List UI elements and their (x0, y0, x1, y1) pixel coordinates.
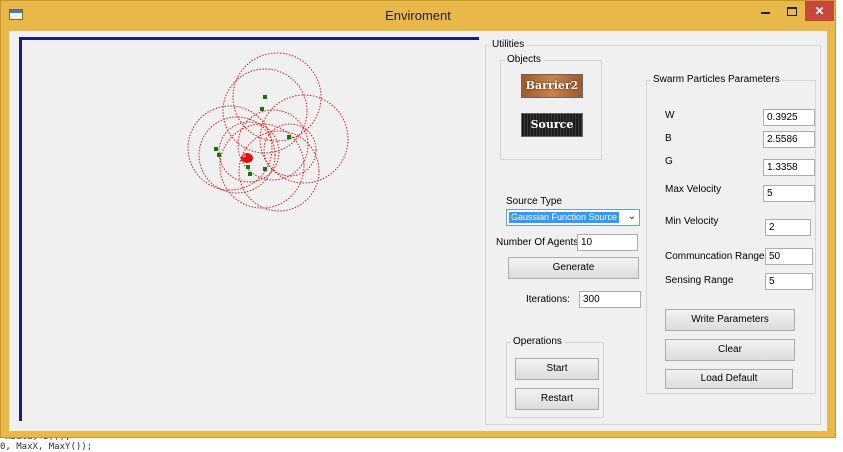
min-velocity-label: Min Velocity (665, 216, 719, 227)
load-default-button[interactable]: Load Default (665, 369, 793, 389)
agent-marker (260, 107, 264, 111)
swarm-drawing (187, 52, 349, 212)
g-input[interactable]: 1.3358 (763, 159, 815, 176)
sensing-range-circle (198, 116, 276, 194)
source-type-value: Gaussian Function Source (509, 212, 620, 223)
agent-marker (248, 172, 252, 176)
agent-marker (217, 153, 221, 157)
generate-button[interactable]: Generate (508, 257, 639, 279)
agent-marker (214, 147, 218, 151)
client-area: Utilities Objects Barrier2 Source Source… (9, 31, 827, 431)
environment-window: Enviroment ✕ Utilities Objects Barrier2 … (0, 0, 836, 438)
operations-title: Operations (511, 336, 564, 347)
communication-range-input[interactable]: 50 (765, 248, 813, 265)
sensing-range-label: Sensing Range (665, 275, 734, 286)
source-marker (241, 153, 253, 163)
sensing-range-circle (187, 105, 273, 191)
source-object[interactable]: Source (521, 113, 583, 137)
write-parameters-button[interactable]: Write Parameters (665, 309, 795, 331)
b-label: B (665, 133, 672, 144)
start-button[interactable]: Start (515, 358, 599, 380)
restart-button[interactable]: Restart (515, 388, 599, 410)
maximize-button[interactable] (779, 1, 805, 21)
agent-marker (246, 165, 250, 169)
w-input[interactable]: 0.3925 (763, 109, 815, 126)
agent-marker (287, 135, 291, 139)
objects-title: Objects (505, 54, 543, 65)
agent-marker (263, 95, 267, 99)
swarm-params-group: Swarm Particles Parameters W 0.3925 B 2.… (646, 74, 816, 394)
communication-range-label: Communcation Range (665, 251, 765, 262)
number-of-agents-label: Number Of Agents (496, 237, 579, 248)
objects-group: Objects Barrier2 Source (500, 54, 602, 160)
min-velocity-input[interactable]: 2 (765, 219, 811, 236)
barrier-object[interactable]: Barrier2 (521, 74, 583, 98)
background-code-line: 0, MaxX, MaxY()); (0, 442, 93, 452)
minimize-button[interactable] (753, 1, 779, 21)
source-type-select[interactable]: Gaussian Function Source ⌄ (506, 209, 640, 226)
iterations-input[interactable]: 300 (579, 291, 641, 308)
sensing-range-circle (219, 123, 305, 209)
utilities-group: Utilities Objects Barrier2 Source Source… (485, 39, 821, 425)
b-input[interactable]: 2.5586 (763, 131, 815, 148)
sensing-range-circle (232, 52, 322, 142)
agent-marker (263, 167, 267, 171)
maximize-icon (787, 7, 797, 16)
source-marker-highlight (242, 154, 246, 158)
simulation-canvas[interactable] (19, 37, 479, 421)
number-of-agents-input[interactable]: 10 (577, 234, 638, 251)
operations-group: Operations Start Restart (506, 336, 604, 418)
title-bar[interactable]: Enviroment ✕ (1, 1, 835, 29)
sensing-range-circle (238, 130, 320, 212)
sensing-range-input[interactable]: 5 (765, 273, 813, 290)
w-label: W (665, 110, 675, 121)
minimize-icon (761, 12, 770, 14)
max-velocity-input[interactable]: 5 (763, 185, 815, 202)
clear-button[interactable]: Clear (665, 339, 795, 361)
g-label: G (665, 156, 673, 167)
iterations-label: Iterations: (526, 294, 570, 305)
close-button[interactable]: ✕ (805, 1, 834, 21)
max-velocity-label: Max Velocity (665, 184, 722, 195)
close-icon: ✕ (814, 4, 825, 18)
source-type-label: Source Type (506, 196, 562, 207)
swarm-params-title: Swarm Particles Parameters (651, 74, 782, 85)
chevron-down-icon: ⌄ (627, 211, 636, 222)
utilities-title: Utilities (490, 39, 527, 50)
window-title: Enviroment (385, 8, 451, 23)
